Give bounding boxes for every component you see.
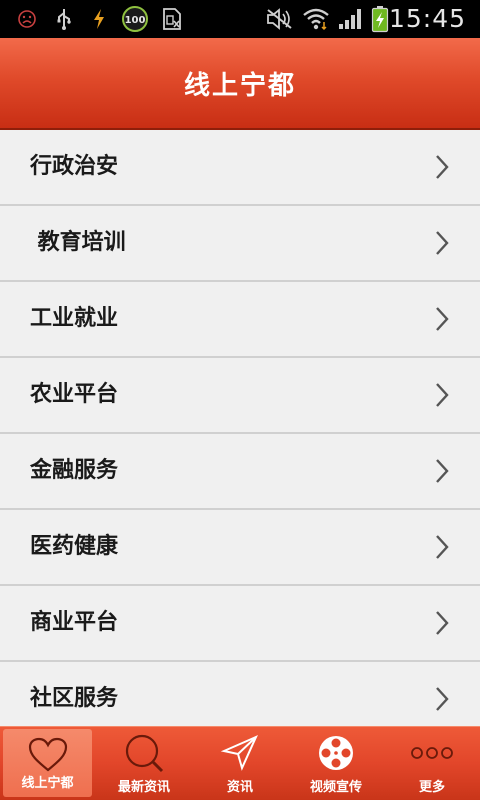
menu-item-xingzheng[interactable]: 行政治安 <box>0 130 480 206</box>
film-reel-icon <box>288 733 384 773</box>
menu-item-label: 社区服务 <box>30 686 119 711</box>
menu-item-gongye[interactable]: 工业就业 <box>0 282 480 358</box>
page-title: 线上宁都 <box>183 70 296 101</box>
menu-item-label: 金融服务 <box>30 458 119 483</box>
chevron-right-icon <box>436 687 449 711</box>
menu-item-label: 工业就业 <box>30 306 119 331</box>
chevron-right-icon <box>436 459 449 483</box>
menu-list: 行政治安 教育培训 工业就业 农业平台 金融服务 医药健康 商业平台 社区服务 <box>0 130 480 726</box>
menu-item-jiaoyu[interactable]: 教育培训 <box>0 206 480 282</box>
menu-item-shequ[interactable]: 社区服务 <box>0 662 480 726</box>
status-bar: 100 15:45 <box>0 0 480 38</box>
signal-icon <box>336 0 364 38</box>
chevron-right-icon <box>436 611 449 635</box>
flash-icon <box>88 0 110 38</box>
bottom-tab-bar: 线上宁都 最新资讯 资讯 视频宣传 更多 <box>0 726 480 800</box>
battery-100-icon: 100 <box>120 0 150 38</box>
menu-item-label: 医药健康 <box>30 534 119 559</box>
heart-icon <box>3 735 92 775</box>
more-dots-icon <box>384 733 480 773</box>
battery-badge-text: 100 <box>125 15 146 26</box>
status-time: 15:45 <box>388 4 466 33</box>
chevron-right-icon <box>436 383 449 407</box>
usb-icon <box>52 0 76 38</box>
tab-zuixin-zixun[interactable]: 最新资讯 <box>96 727 192 800</box>
send-icon <box>192 733 288 773</box>
menu-item-shangye[interactable]: 商业平台 <box>0 586 480 662</box>
tab-label: 最新资讯 <box>117 780 170 795</box>
chevron-right-icon <box>436 307 449 331</box>
menu-item-nongye[interactable]: 农业平台 <box>0 358 480 434</box>
sad-face-icon <box>14 0 40 38</box>
search-icon <box>96 733 192 773</box>
tab-zixun[interactable]: 资讯 <box>192 727 288 800</box>
sim-icon <box>160 0 184 38</box>
wifi-icon <box>300 0 332 38</box>
menu-item-label: 教育培训 <box>30 230 126 255</box>
tab-shipin-xuanchuan[interactable]: 视频宣传 <box>288 727 384 800</box>
menu-item-label: 农业平台 <box>30 382 119 407</box>
menu-item-label: 行政治安 <box>30 154 119 179</box>
menu-item-yiyao[interactable]: 医药健康 <box>0 510 480 586</box>
title-bar: 线上宁都 <box>0 38 480 130</box>
chevron-right-icon <box>436 231 449 255</box>
tab-xianshang-ningdu[interactable]: 线上宁都 <box>3 729 92 797</box>
chevron-right-icon <box>436 535 449 559</box>
tab-label: 线上宁都 <box>21 776 74 791</box>
tab-label: 更多 <box>418 780 445 795</box>
tab-label: 资讯 <box>226 780 253 795</box>
menu-item-jinrong[interactable]: 金融服务 <box>0 434 480 510</box>
tab-gengduo[interactable]: 更多 <box>384 727 480 800</box>
menu-item-label: 商业平台 <box>30 610 119 635</box>
tab-label: 视频宣传 <box>309 780 362 795</box>
mute-icon <box>264 0 294 38</box>
chevron-right-icon <box>436 155 449 179</box>
